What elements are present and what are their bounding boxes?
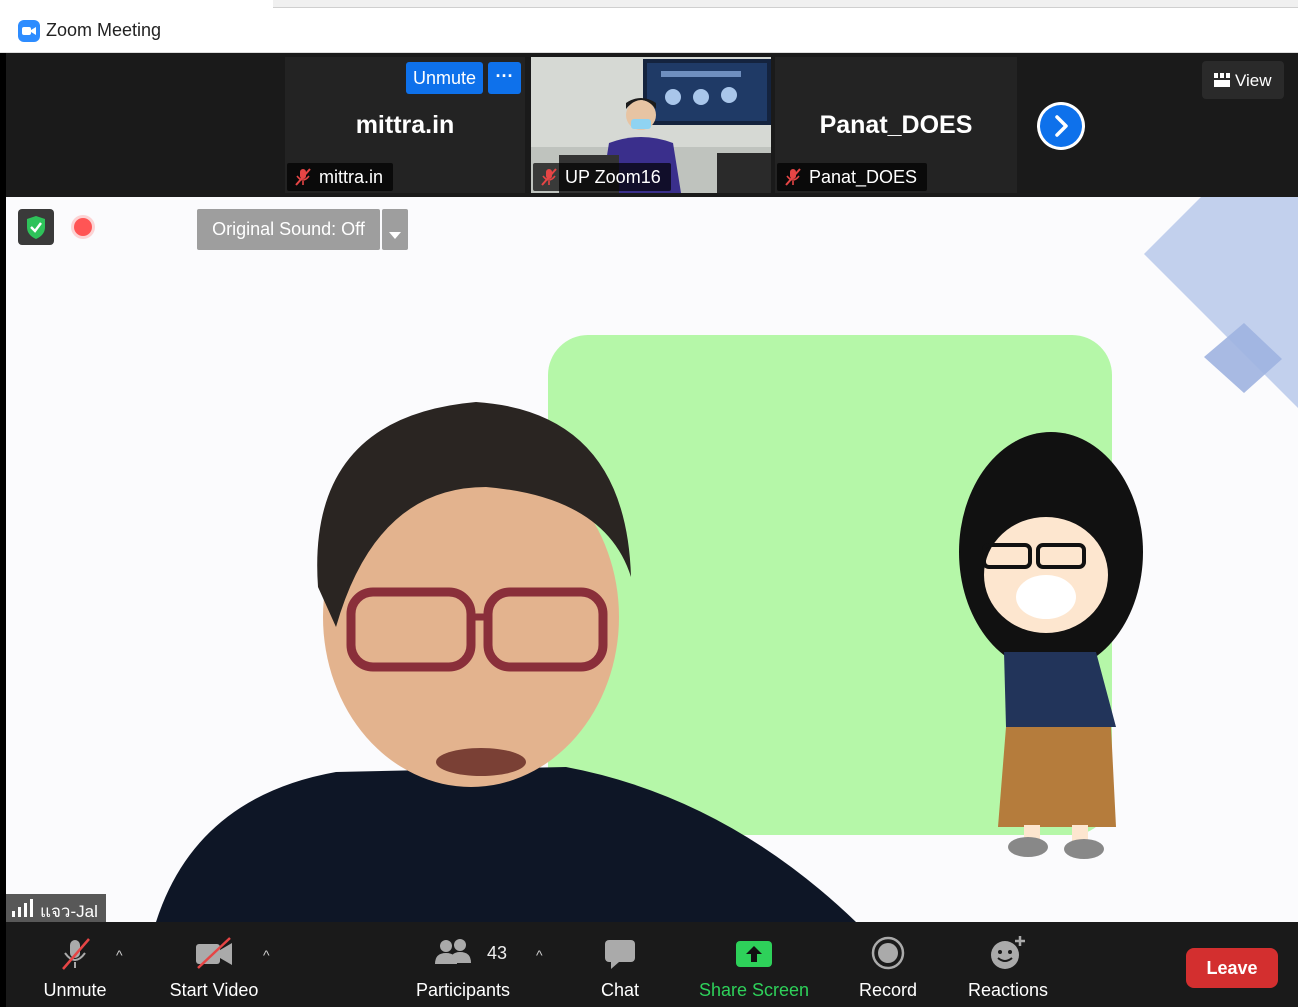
window-title: Zoom Meeting (46, 20, 162, 40)
speaker-name-badge: แจว-Jal (6, 894, 106, 922)
speaker-name: แจว-Jal (40, 902, 98, 921)
tile-name-text: mittra.in (319, 167, 384, 187)
tile-name-label: Panat_DOES (777, 163, 928, 192)
unmute-label: Unmute (43, 980, 107, 1000)
record-label: Record (858, 980, 918, 1000)
tile-display-name: mittra.in (355, 111, 455, 139)
caret-down-icon (389, 226, 401, 244)
next-page-button[interactable] (1037, 102, 1085, 150)
view-button[interactable]: View (1202, 61, 1284, 99)
participants-icon (434, 936, 472, 975)
participant-tile-panat[interactable]: Panat_DOES Panat_DOES (775, 57, 1017, 193)
unmute-participant-button[interactable]: Unmute (406, 62, 483, 94)
original-sound-dropdown[interactable] (382, 209, 408, 250)
reactions-label: Reactions (967, 980, 1049, 1000)
participants-button[interactable]: Participants (411, 922, 515, 1007)
record-button[interactable]: Record (852, 922, 924, 1007)
chat-icon (603, 936, 637, 975)
participants-label: Participants (415, 980, 511, 1000)
mic-muted-icon (783, 167, 803, 192)
chevron-right-icon (1040, 105, 1082, 147)
tile-display-name: Panat_DOES (819, 111, 973, 139)
original-sound-button[interactable]: Original Sound: Off (197, 209, 380, 250)
mic-muted-icon (293, 167, 313, 192)
start-video-button[interactable]: Start Video (164, 922, 264, 1007)
audio-options-caret[interactable]: ^ (116, 947, 123, 963)
shield-check-icon[interactable] (18, 209, 54, 245)
leave-button[interactable]: Leave (1186, 948, 1278, 988)
mic-muted-icon (57, 936, 93, 977)
tile-name-text: UP Zoom16 (565, 167, 661, 187)
chat-button[interactable]: Chat (586, 922, 654, 1007)
zoom-app-icon (18, 20, 40, 42)
view-label: View (1235, 71, 1272, 90)
reactions-icon (989, 936, 1027, 975)
meeting-toolbar: Unmute ^ Start Video ^ Participants 43 ^… (6, 922, 1298, 1007)
active-speaker-video[interactable]: Original Sound: Off แจว-Jal (6, 197, 1298, 922)
signal-bars-icon (12, 899, 34, 922)
record-icon (871, 936, 905, 975)
title-bar-topline (273, 0, 1298, 8)
participant-video-up-zoom16[interactable]: UP Zoom16 (531, 57, 771, 193)
tile-name-label: UP Zoom16 (533, 163, 671, 191)
participants-options-caret[interactable]: ^ (536, 947, 543, 963)
recording-icon (74, 218, 92, 236)
title-bar: Zoom Meeting (0, 0, 1298, 53)
share-screen-label: Share Screen (698, 980, 810, 1000)
video-options-caret[interactable]: ^ (263, 947, 270, 963)
mic-muted-icon (539, 167, 559, 192)
speaker-video-feed (6, 197, 1298, 922)
share-screen-icon (735, 936, 773, 975)
chat-label: Chat (600, 980, 640, 1000)
more-options-button[interactable]: ··· (488, 62, 521, 94)
participants-count: 43 (487, 943, 508, 963)
video-muted-icon (194, 936, 234, 975)
tile-name-text: Panat_DOES (809, 167, 918, 187)
reactions-button[interactable]: Reactions (962, 922, 1054, 1007)
start-video-label: Start Video (169, 980, 259, 1000)
share-screen-button[interactable]: Share Screen (696, 922, 812, 1007)
video-strip: mittra.in mittra.in Unmute ··· UP Zoom16… (6, 53, 1298, 197)
unmute-button[interactable]: Unmute (30, 922, 120, 1007)
grid-view-icon (1214, 72, 1230, 92)
tile-name-label: mittra.in (287, 163, 394, 192)
